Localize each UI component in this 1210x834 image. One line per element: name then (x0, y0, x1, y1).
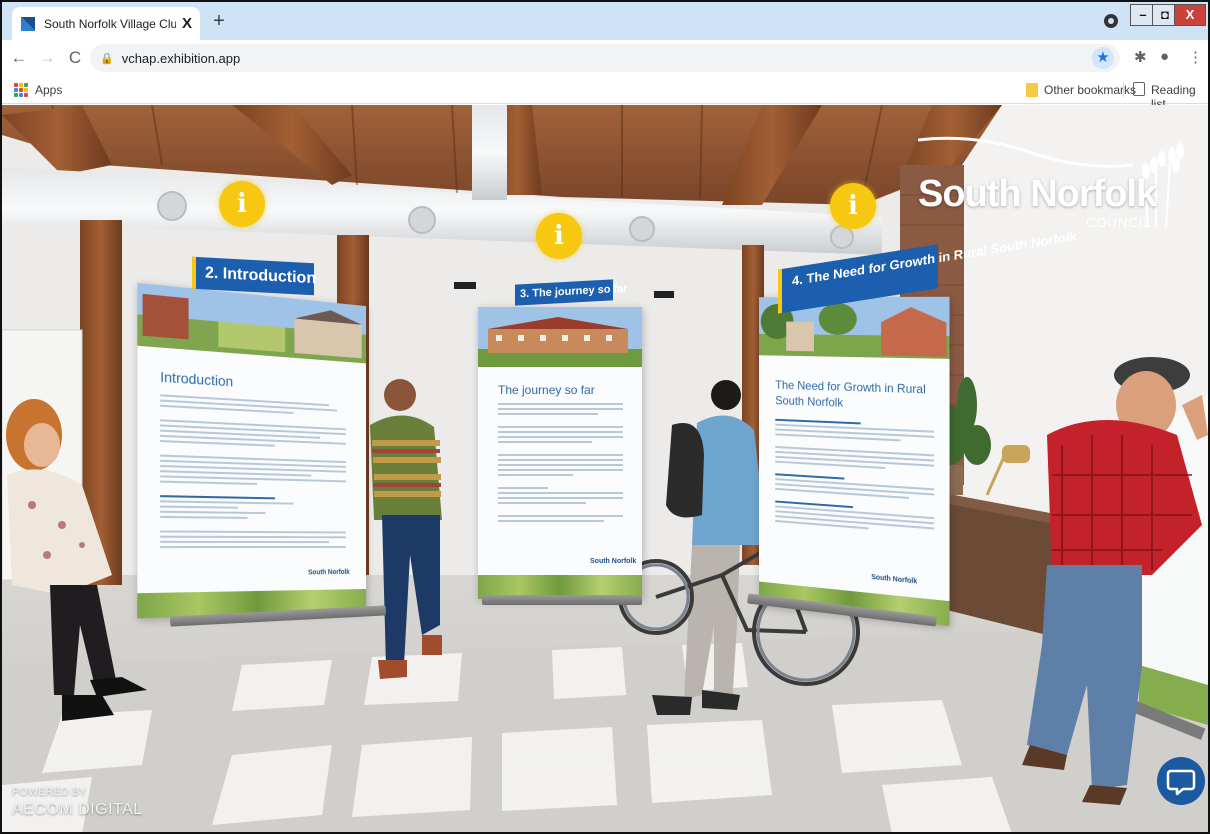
board-body-text (160, 394, 346, 551)
browser-toolbar: ← → C 🔒 vchap.exhibition.app ★ ✱ ● ⋮ (2, 40, 1208, 76)
reload-button[interactable]: C (64, 48, 86, 68)
board-heading: Introduction (160, 368, 234, 390)
exhibition-board-need-for-growth[interactable]: The Need for Growth in Rural South Norfo… (758, 296, 950, 626)
board-logo: South Norfolk (308, 569, 350, 577)
tab-close-icon[interactable]: X (182, 15, 192, 32)
board-body-text (498, 403, 623, 525)
board-stand (482, 595, 642, 605)
tab-search-icon[interactable] (1104, 14, 1118, 28)
bookmarks-bar: Apps Other bookmarks Reading list (2, 76, 1208, 111)
apps-link[interactable]: Apps (35, 83, 62, 97)
board-banner-introduction[interactable]: 2. Introduction (192, 256, 316, 296)
board-body-text (775, 418, 935, 538)
board-heading: The Need for Growth in Rural South Norfo… (775, 377, 926, 410)
bookmarks-divider (1123, 82, 1124, 98)
board-heading: The journey so far (498, 383, 595, 397)
folder-icon[interactable] (1026, 83, 1038, 97)
site-favicon-icon (20, 16, 36, 32)
board-logo: South Norfolk (871, 573, 918, 586)
board-logo: South Norfolk (590, 558, 637, 565)
lock-icon[interactable]: 🔒 (100, 52, 114, 65)
apps-grid-icon[interactable] (14, 83, 28, 97)
powered-by-label: POWERED BY (12, 786, 87, 798)
chat-button[interactable] (1157, 757, 1205, 805)
south-norfolk-council-logo: South Norfolk COUNCIL (918, 135, 1198, 231)
forward-button[interactable]: → (36, 48, 58, 68)
extensions-icon[interactable]: ✱ (1134, 48, 1147, 66)
info-hotspot-icon[interactable]: i (830, 183, 876, 229)
tab-title: South Norfolk Village Clusters Ho (44, 16, 176, 31)
profile-icon[interactable]: ● (1160, 48, 1169, 65)
board-photo-terrace (478, 307, 642, 367)
exhibition-board-introduction[interactable]: Introduction South Norfolk (137, 282, 367, 619)
menu-icon[interactable]: ⋮ (1188, 48, 1203, 66)
browser-window: South Norfolk Village Clusters Ho X + – … (0, 0, 1210, 834)
reading-list-icon[interactable] (1133, 82, 1145, 96)
exhibition-viewport[interactable]: i i i Introduction South Norfolk 2. Intr… (2, 105, 1208, 832)
back-button[interactable]: ← (8, 48, 30, 68)
url-text[interactable]: vchap.exhibition.app (122, 51, 241, 66)
brand-sub: COUNCIL (1086, 215, 1152, 230)
brand-name: South Norfolk (918, 173, 1157, 215)
exhibition-board-journey[interactable]: The journey so far South Norfolk (478, 307, 642, 599)
browser-tab[interactable]: South Norfolk Village Clusters Ho X (12, 7, 200, 40)
close-window-button[interactable]: X (1174, 4, 1206, 26)
chat-bubble-icon (1166, 769, 1196, 796)
tab-strip: South Norfolk Village Clusters Ho X + – … (2, 2, 1208, 40)
bookmark-star-icon[interactable]: ★ (1092, 47, 1114, 69)
aecom-digital-link[interactable]: AECOM DIGITAL (12, 801, 143, 819)
info-hotspot-icon[interactable]: i (219, 181, 265, 227)
address-bar[interactable]: 🔒 vchap.exhibition.app ★ (90, 44, 1120, 72)
new-tab-button[interactable]: + (207, 9, 231, 33)
info-hotspot-icon[interactable]: i (536, 213, 582, 259)
